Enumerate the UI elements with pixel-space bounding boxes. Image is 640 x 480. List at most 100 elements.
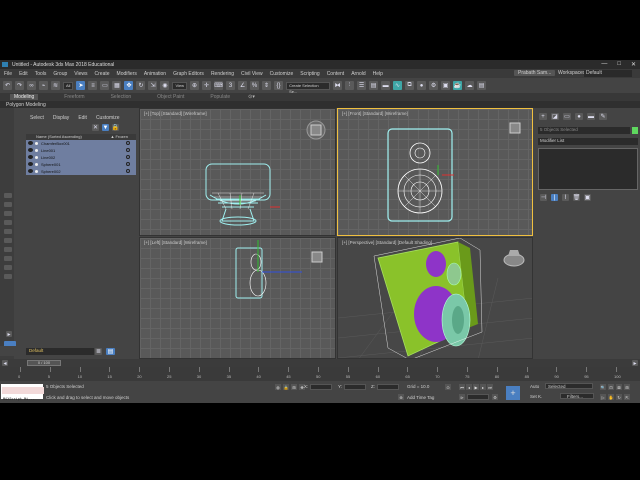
clear-search-icon[interactable]: ✕ xyxy=(92,124,99,131)
explorer-menu-display[interactable]: Display xyxy=(53,115,69,121)
next-frame-icon[interactable]: ▸ xyxy=(480,384,486,390)
pan-icon[interactable]: ✋ xyxy=(608,394,614,400)
zoom-icon[interactable]: 🔍 xyxy=(600,384,606,390)
user-account-button[interactable]: Prabath Sam... xyxy=(514,70,556,76)
lock-icon[interactable]: 🔒 xyxy=(112,124,119,131)
menu-rendering[interactable]: Rendering xyxy=(211,71,234,77)
schematic-view-icon[interactable]: ⧉ xyxy=(405,81,415,90)
display-groups-icon[interactable] xyxy=(4,256,12,261)
orbit-icon[interactable]: ↻ xyxy=(616,394,622,400)
undo-icon[interactable]: ↶ xyxy=(3,81,12,90)
menu-file[interactable]: File xyxy=(4,71,12,77)
curve-editor-icon[interactable]: ∿ xyxy=(393,81,403,90)
time-slider-left-icon[interactable]: ◂ xyxy=(2,360,8,367)
select-by-name-icon[interactable]: ≡ xyxy=(88,81,98,90)
polygon-modeling-label[interactable]: Polygon Modeling xyxy=(6,102,46,108)
z-coordinate-field[interactable] xyxy=(377,384,399,390)
display-tab-icon[interactable]: ▬ xyxy=(587,113,595,120)
display-bones-icon[interactable] xyxy=(4,274,12,279)
configure-sets-icon[interactable]: ▣ xyxy=(584,194,591,201)
visibility-eye-icon[interactable] xyxy=(28,155,33,160)
freeze-toggle-icon[interactable] xyxy=(126,141,130,146)
material-editor-icon[interactable]: ● xyxy=(417,81,427,90)
display-shapes-icon[interactable] xyxy=(4,211,12,216)
angle-snap-icon[interactable]: ∠ xyxy=(238,81,248,90)
freeze-toggle-icon[interactable] xyxy=(126,155,130,160)
tab-object-paint[interactable]: Object Paint xyxy=(157,94,184,100)
isolate-selection-icon[interactable]: ◍ xyxy=(275,384,281,390)
track-bar[interactable]: 0 5 10 15 20 25 30 35 40 45 50 55 60 65 70 75 80 85 90 95 10… xyxy=(0,367,640,381)
select-scale-icon[interactable]: ⇲ xyxy=(148,81,158,90)
absolute-mode-icon[interactable]: ⊞ xyxy=(291,384,297,390)
toggle-ribbon-icon[interactable]: ▬ xyxy=(381,81,391,90)
time-config-icon[interactable]: ⚙ xyxy=(492,394,498,400)
rendered-frame-window-icon[interactable]: ▣ xyxy=(441,81,451,90)
ribbon-options-icon[interactable]: ⊙▾ xyxy=(248,94,255,100)
goto-start-icon[interactable]: ⏮ xyxy=(459,384,465,390)
list-item[interactable]: Sphere002 xyxy=(26,168,136,175)
filter-icon[interactable]: ▼ xyxy=(102,124,109,131)
set-key-icon[interactable]: + xyxy=(506,386,520,400)
menu-civil-view[interactable]: Civil View xyxy=(241,71,263,77)
modifier-list-dropdown[interactable]: Modifier List xyxy=(538,138,638,145)
zoom-all-icon[interactable]: ⊡ xyxy=(608,384,614,390)
link-icon[interactable]: ∞ xyxy=(27,81,36,90)
motion-tab-icon[interactable]: ● xyxy=(575,113,583,120)
menu-animation[interactable]: Animation xyxy=(144,71,166,77)
maximize-button[interactable]: □ xyxy=(617,61,621,68)
percent-snap-icon[interactable]: % xyxy=(250,81,260,90)
visibility-eye-icon[interactable] xyxy=(28,162,33,167)
goto-end-icon[interactable]: ⏭ xyxy=(487,384,493,390)
select-manipulate-icon[interactable]: ✛ xyxy=(202,81,212,90)
create-tab-icon[interactable]: + xyxy=(539,113,547,120)
named-selection-set-dropdown[interactable]: Create Selection Se... xyxy=(286,81,331,94)
freeze-toggle-icon[interactable] xyxy=(126,169,130,174)
display-lights-icon[interactable] xyxy=(4,220,12,225)
visibility-eye-icon[interactable] xyxy=(28,148,33,153)
keyboard-shortcut-icon[interactable]: ⌨ xyxy=(214,81,224,90)
add-time-tag[interactable]: Add Time Tag xyxy=(407,395,434,400)
maximize-viewport-icon[interactable]: ⇱ xyxy=(624,394,630,400)
play-icon[interactable]: ▶ xyxy=(473,384,479,390)
bind-spacewarp-icon[interactable]: ≋ xyxy=(51,81,60,90)
viewport-top[interactable]: [+] [Top] [Standard] [Wireframe] xyxy=(139,108,336,236)
set-key-button[interactable]: Set K. xyxy=(530,394,542,399)
viewport-label-top[interactable]: [+] [Top] [Standard] [Wireframe] xyxy=(144,111,207,116)
viewport-perspective[interactable]: [+] [Perspective] [Standard] [Default Sh… xyxy=(337,237,533,359)
selection-lock-icon[interactable]: 🔒 xyxy=(283,384,289,390)
selection-filter-dropdown[interactable]: All xyxy=(63,81,74,90)
menu-edit[interactable]: Edit xyxy=(19,71,28,77)
rect-selection-icon[interactable]: ▭ xyxy=(100,81,110,90)
key-filters-button[interactable]: Filters... xyxy=(560,393,594,399)
menu-tools[interactable]: Tools xyxy=(35,71,47,77)
key-filter-dropdown[interactable]: Selected xyxy=(545,383,593,389)
expand-explorer-icon[interactable]: ▸ xyxy=(6,331,12,338)
unlink-icon[interactable]: ⌁ xyxy=(39,81,48,90)
list-item[interactable]: Line001 xyxy=(26,147,136,154)
x-coordinate-field[interactable] xyxy=(310,384,332,390)
display-helpers-icon[interactable] xyxy=(4,238,12,243)
remove-modifier-icon[interactable]: 🗑 xyxy=(573,194,580,201)
close-button[interactable]: ✕ xyxy=(631,61,636,68)
tab-selection[interactable]: Selection xyxy=(111,94,132,100)
layer-stack-icon[interactable]: ≣ xyxy=(95,348,102,355)
menu-views[interactable]: Views xyxy=(74,71,87,77)
explorer-menu-select[interactable]: Select xyxy=(30,115,44,121)
minimize-button[interactable]: — xyxy=(601,61,607,68)
current-layer-field[interactable]: Default xyxy=(26,348,94,355)
hierarchy-tab-icon[interactable]: ▭ xyxy=(563,113,571,120)
freeze-toggle-icon[interactable] xyxy=(126,148,130,153)
render-production-icon[interactable]: ☕ xyxy=(453,81,463,90)
align-icon[interactable]: ⫶ xyxy=(345,81,355,90)
list-item[interactable]: Sphere001 xyxy=(26,161,136,168)
a360-gallery-icon[interactable]: ▤ xyxy=(477,81,487,90)
menu-customize[interactable]: Customize xyxy=(270,71,294,77)
zoom-extents-all-icon[interactable]: ⊞ xyxy=(624,384,630,390)
menu-group[interactable]: Group xyxy=(53,71,67,77)
workspaces-dropdown[interactable]: Default xyxy=(584,70,632,77)
display-cameras-icon[interactable] xyxy=(4,229,12,234)
tab-modeling[interactable]: Modeling xyxy=(10,94,39,100)
select-object-icon[interactable]: ➤ xyxy=(76,81,86,90)
field-of-view-icon[interactable]: ▷ xyxy=(600,394,606,400)
freeze-toggle-icon[interactable] xyxy=(126,162,130,167)
